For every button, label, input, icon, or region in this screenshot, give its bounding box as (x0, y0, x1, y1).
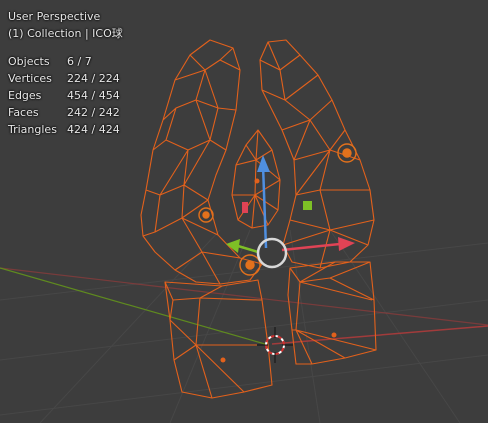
stat-triangles: Triangles 424 / 424 (8, 121, 123, 138)
stat-label: Objects (8, 55, 50, 68)
stat-value: 224 / 224 (67, 72, 120, 85)
3d-cursor-icon[interactable] (257, 327, 293, 363)
stat-vertices: Vertices 224 / 224 (8, 70, 123, 87)
stat-objects: Objects 6 / 7 (8, 53, 123, 70)
stat-label: Triangles (8, 123, 57, 136)
wireframe-mesh[interactable] (140, 39, 377, 399)
stat-label: Faces (8, 106, 39, 119)
gizmo-x-axis (281, 242, 341, 252)
stat-faces: Faces 242 / 242 (8, 104, 123, 121)
stat-value: 454 / 454 (67, 89, 120, 102)
left-claw-mesh (142, 47, 241, 285)
stat-value: 424 / 424 (67, 123, 120, 136)
gizmo-yz-plane-handle (242, 202, 248, 213)
collection-label: (1) Collection | ICO球 (8, 27, 123, 40)
transform-gizmo[interactable] (226, 155, 355, 269)
stat-value: 242 / 242 (67, 106, 120, 119)
stat-value: 6 / 7 (67, 55, 92, 68)
stat-edges: Edges 454 / 454 (8, 87, 123, 104)
viewport-info-overlay: User Perspective (1) Collection | ICO球 O… (8, 8, 123, 138)
scene-statistics: Objects 6 / 7 Vertices 224 / 224 Edges 4… (8, 53, 123, 138)
gizmo-xz-plane-handle (303, 201, 312, 210)
x-axis-line (0, 267, 488, 326)
y-axis-line (0, 267, 266, 345)
gizmo-z-axis (261, 164, 268, 249)
stat-label: Edges (8, 89, 42, 102)
gizmo-view-circle (256, 237, 288, 269)
stat-label: Vertices (8, 72, 52, 85)
view-name: User Perspective (8, 10, 101, 23)
